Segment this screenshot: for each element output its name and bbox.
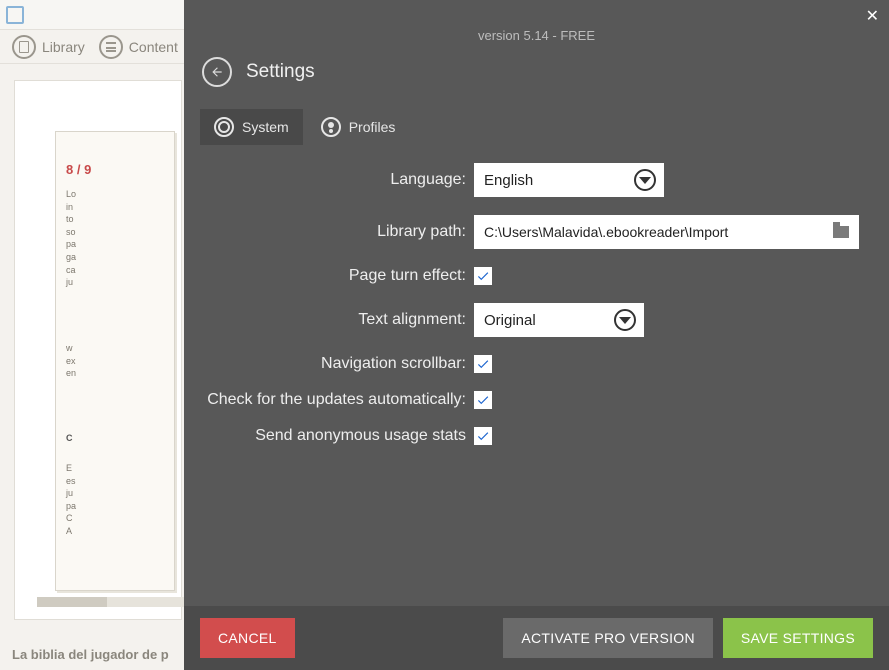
auto-updates-label: Check for the updates automatically: [184, 391, 474, 409]
toolbar-library-label: Library [42, 39, 85, 55]
tab-profiles-label: Profiles [349, 119, 396, 135]
settings-form: Language: English Library path: C:\Users… [184, 163, 889, 445]
gear-icon [214, 117, 234, 137]
book-caption: La biblia del jugador de p [12, 647, 169, 662]
page-turn-label: Page turn effect: [184, 267, 474, 285]
save-settings-button[interactable]: SAVE SETTINGS [723, 618, 873, 658]
modal-footer: CANCEL ACTIVATE PRO VERSION SAVE SETTING… [184, 606, 889, 670]
checkmark-icon [476, 269, 490, 283]
language-label: Language: [184, 171, 474, 189]
checkmark-icon [476, 429, 490, 443]
toolbar-library[interactable]: Library [12, 35, 85, 59]
settings-modal: ✕ version 5.14 - FREE Settings System Pr… [184, 0, 889, 670]
usage-stats-checkbox[interactable] [474, 427, 492, 445]
checkmark-icon [476, 393, 490, 407]
person-icon [321, 117, 341, 137]
language-value: English [484, 172, 533, 189]
checkmark-icon [476, 357, 490, 371]
page-thumbnail-panel: 8 / 9 Lointosopagacaju wexen C EesjupaCA [14, 80, 182, 620]
chevron-down-icon [634, 169, 656, 191]
cancel-button[interactable]: CANCEL [200, 618, 295, 658]
nav-scrollbar-label: Navigation scrollbar: [184, 355, 474, 373]
settings-title: Settings [246, 61, 315, 83]
tab-system[interactable]: System [200, 109, 303, 145]
library-path-value: C:\Users\Malavida\.ebookreader\Import [484, 224, 728, 240]
language-select[interactable]: English [474, 163, 664, 197]
tab-system-label: System [242, 119, 289, 135]
app-icon [6, 6, 24, 24]
toolbar-contents-label: Content [129, 39, 178, 55]
text-alignment-select[interactable]: Original [474, 303, 644, 337]
close-icon[interactable]: ✕ [866, 6, 879, 26]
version-text: version 5.14 - FREE [184, 0, 889, 43]
auto-updates-checkbox[interactable] [474, 391, 492, 409]
page-turn-checkbox[interactable] [474, 267, 492, 285]
chevron-down-icon [614, 309, 636, 331]
text-alignment-value: Original [484, 312, 536, 329]
book-icon [12, 35, 36, 59]
toolbar-contents[interactable]: Content [99, 35, 178, 59]
usage-stats-label: Send anonymous usage stats [184, 427, 474, 445]
back-button[interactable] [202, 57, 232, 87]
activate-pro-button[interactable]: ACTIVATE PRO VERSION [503, 618, 713, 658]
tab-profiles[interactable]: Profiles [307, 109, 410, 145]
text-alignment-label: Text alignment: [184, 311, 474, 329]
page-number: 8 / 9 [66, 162, 91, 177]
contents-icon [99, 35, 123, 59]
folder-icon[interactable] [833, 226, 849, 238]
nav-scrollbar-checkbox[interactable] [474, 355, 492, 373]
library-path-label: Library path: [184, 223, 474, 241]
arrow-left-icon [210, 65, 224, 79]
library-path-input[interactable]: C:\Users\Malavida\.ebookreader\Import [474, 215, 859, 249]
tab-bar: System Profiles [184, 109, 889, 145]
page-thumbnail[interactable]: 8 / 9 Lointosopagacaju wexen C EesjupaCA [55, 131, 175, 591]
thumbnail-scrollbar[interactable] [37, 597, 189, 607]
